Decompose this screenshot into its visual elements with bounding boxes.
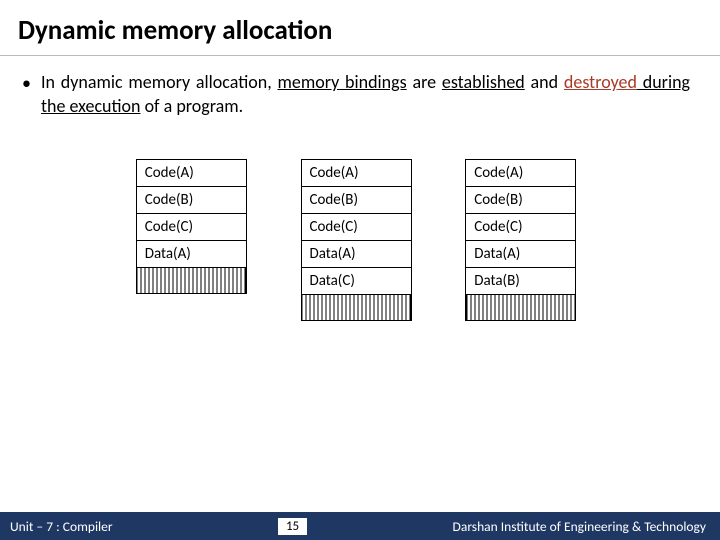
memory-cell: Code(C) xyxy=(301,213,411,240)
memory-cell: Code(A) xyxy=(136,159,246,186)
table-row: Code(A) xyxy=(301,159,411,186)
memory-cell: Data(A) xyxy=(466,240,576,267)
memory-tables-row: Code(A)Code(B)Code(C)Data(A)Code(A)Code(… xyxy=(22,159,690,321)
memory-cell: Data(A) xyxy=(136,240,246,267)
text-u1: memory bindings xyxy=(278,71,407,93)
table-row: Code(A) xyxy=(136,159,246,186)
memory-cell: Code(C) xyxy=(136,213,246,240)
table-row: Code(B) xyxy=(301,186,411,213)
slide-title: Dynamic memory allocation xyxy=(0,0,720,56)
text-tail: of a program. xyxy=(141,95,244,117)
bullet-text: In dynamic memory allocation, memory bin… xyxy=(41,70,690,119)
table-row: Code(C) xyxy=(301,213,411,240)
memory-cell: Code(C) xyxy=(466,213,576,240)
memory-cell: Code(B) xyxy=(136,186,246,213)
text-mid2: and xyxy=(525,71,564,93)
table-row: Code(C) xyxy=(466,213,576,240)
text-u3a: destroyed xyxy=(564,71,637,93)
memory-table: Code(A)Code(B)Code(C)Data(A)Data(C) xyxy=(301,159,412,321)
free-cell xyxy=(301,294,411,320)
memory-cell: Data(A) xyxy=(301,240,411,267)
footer-unit: Unit – 7 : Compiler xyxy=(10,518,113,535)
table-row xyxy=(466,294,576,320)
text-mid1: are xyxy=(407,71,442,93)
table-row xyxy=(136,267,246,293)
footer-page-number: 15 xyxy=(278,518,307,535)
table-row: Data(B) xyxy=(466,267,576,294)
memory-cell: Code(B) xyxy=(301,186,411,213)
table-row: Code(C) xyxy=(136,213,246,240)
table-row: Code(A) xyxy=(466,159,576,186)
slide-body: • In dynamic memory allocation, memory b… xyxy=(0,56,720,321)
memory-table: Code(A)Code(B)Code(C)Data(A)Data(B) xyxy=(465,159,576,321)
memory-cell: Code(A) xyxy=(466,159,576,186)
memory-cell: Data(C) xyxy=(301,267,411,294)
memory-cell: Code(B) xyxy=(466,186,576,213)
footer-org: Darshan Institute of Engineering & Techn… xyxy=(453,518,706,535)
bullet-dot: • xyxy=(22,70,31,119)
memory-table: Code(A)Code(B)Code(C)Data(A) xyxy=(136,159,247,294)
memory-cell: Code(A) xyxy=(301,159,411,186)
bullet-item: • In dynamic memory allocation, memory b… xyxy=(22,70,690,119)
table-row: Data(A) xyxy=(301,240,411,267)
free-cell xyxy=(136,267,246,293)
slide-footer: Unit – 7 : Compiler 15 Darshan Institute… xyxy=(0,512,720,540)
footer-page-wrap: 15 xyxy=(123,517,463,535)
table-row: Data(A) xyxy=(466,240,576,267)
text-lead: In dynamic memory allocation, xyxy=(41,71,278,93)
table-row: Code(B) xyxy=(136,186,246,213)
table-row: Code(B) xyxy=(466,186,576,213)
table-row xyxy=(301,294,411,320)
table-row: Data(C) xyxy=(301,267,411,294)
text-u2: established xyxy=(442,71,525,93)
memory-cell: Data(B) xyxy=(466,267,576,294)
free-cell xyxy=(466,294,576,320)
table-row: Data(A) xyxy=(136,240,246,267)
